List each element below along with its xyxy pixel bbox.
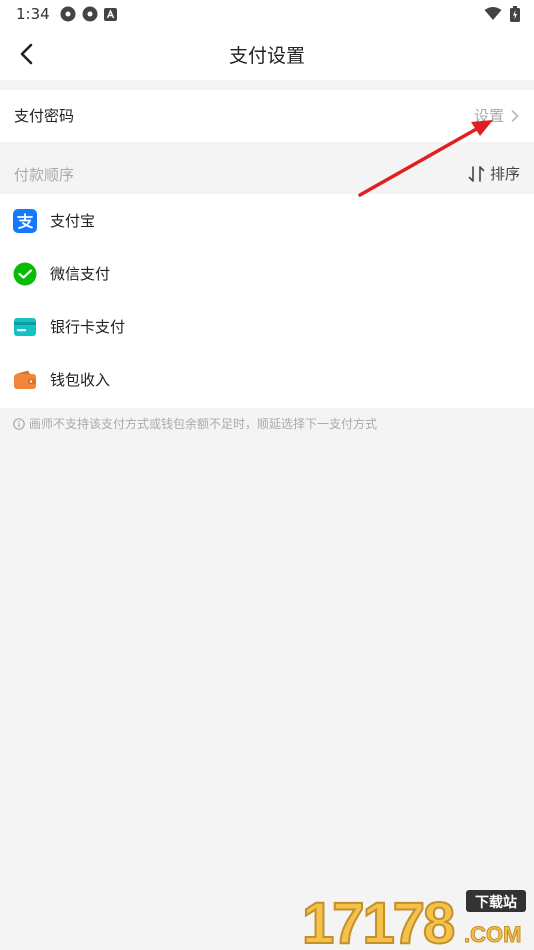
watermark-number: 17178 <box>302 891 454 948</box>
tip-text: 画师不支持该支付方式或钱包余额不足时，顺延选择下一支付方式 <box>29 417 378 431</box>
annotation-arrow <box>358 120 493 197</box>
list-item[interactable]: 支付宝 <box>0 194 534 247</box>
payment-methods-list: 支付宝 微信支付 银行卡支付 钱包收入 <box>0 194 534 408</box>
wechat-pay-icon <box>13 262 37 286</box>
info-icon <box>13 417 25 430</box>
chevron-right-icon <box>511 109 519 122</box>
status-bar: 1:34 <box>0 0 534 28</box>
sort-label: 排序 <box>489 165 520 183</box>
payment-order-label: 付款顺序 <box>14 166 75 184</box>
wifi-icon <box>484 7 502 20</box>
watermark-domain: .COM <box>464 922 521 947</box>
list-item[interactable]: 微信支付 <box>0 247 534 300</box>
notification-aperture-icon <box>82 6 98 22</box>
payment-tip: 画师不支持该支付方式或钱包余额不足时，顺延选择下一支付方式 <box>13 415 377 432</box>
status-icons-right <box>484 6 520 22</box>
notification-aperture-icon <box>60 6 76 22</box>
payment-order-section-header: 付款顺序 排序 <box>0 152 534 194</box>
set-password-link[interactable]: 设置 <box>474 105 520 126</box>
notification-a-icon <box>104 7 117 21</box>
alipay-icon <box>13 208 37 233</box>
status-time: 1:34 <box>16 5 50 23</box>
wallet-icon <box>13 368 37 392</box>
method-label: 钱包收入 <box>50 371 111 389</box>
sort-icon <box>468 165 485 182</box>
set-password-label: 设置 <box>473 107 504 125</box>
payment-password-label: 支付密码 <box>14 107 75 125</box>
status-icons-left <box>60 6 117 22</box>
watermark-sub: 下载站 <box>475 894 517 911</box>
method-label: 银行卡支付 <box>50 318 126 336</box>
watermark-logo: 17178 下载站 .COM <box>301 890 526 948</box>
bank-card-icon <box>13 315 37 339</box>
list-item[interactable]: 钱包收入 <box>0 353 534 406</box>
method-label: 支付宝 <box>50 212 96 230</box>
method-label: 微信支付 <box>50 265 111 283</box>
app-header: 支付设置 <box>0 28 534 80</box>
payment-password-row[interactable]: 支付密码 设置 <box>0 90 534 142</box>
list-item[interactable]: 银行卡支付 <box>0 300 534 353</box>
sort-button[interactable]: 排序 <box>468 163 520 184</box>
battery-icon <box>510 6 520 22</box>
page-title: 支付设置 <box>228 45 305 67</box>
